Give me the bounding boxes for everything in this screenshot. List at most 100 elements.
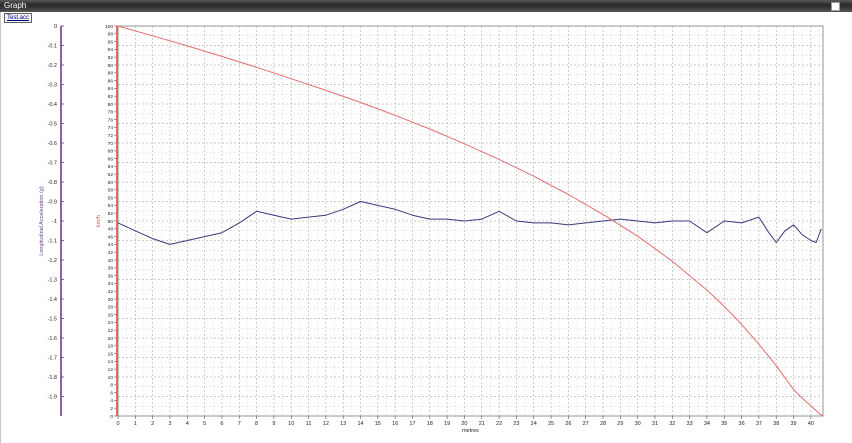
x-axis-tick-label: 36 [739,421,745,427]
left-axis-label: Longitudinal Acceleration (g) [39,186,45,256]
x-axis-tick-label: 16 [392,421,398,427]
left-axis-tick-label: -1.5 [48,317,57,323]
left-axis-tick-label: -0.6 [48,141,57,147]
left-axis-tick-label: -1.4 [48,297,57,303]
x-axis-tick-label: 13 [340,421,346,427]
left-axis-tick-label: -1.6 [48,336,57,342]
speed-axis-tick-label: 96 [108,39,114,45]
speed-axis-tick-label: 64 [108,164,114,170]
speed-axis-tick-label: 2 [110,406,113,412]
speed-axis-tick-label: 6 [110,390,113,396]
speed-axis-tick-label: 88 [108,71,114,77]
speed-axis-tick-label: 100 [105,24,113,30]
speed-axis-tick-label: 42 [108,250,114,256]
speed-axis-tick-label: 76 [108,117,114,123]
x-axis-tick-label: 28 [600,421,606,427]
x-axis-tick-label: 20 [461,421,467,427]
speed-axis-tick-label: 70 [108,141,114,147]
speed-axis-tick-label: 0 [110,414,113,420]
left-axis-tick-label: -0.9 [48,200,57,206]
speed-axis-tick-label: 92 [108,55,114,61]
speed-axis-tick-label: 60 [108,180,114,186]
speed-axis-tick-label: 84 [108,86,114,92]
x-axis-tick-label: 17 [409,421,415,427]
x-axis-tick-label: 30 [635,421,641,427]
x-axis-tick-label: 19 [444,421,450,427]
x-axis-tick-label: 23 [513,421,519,427]
x-axis-tick-label: 34 [704,421,710,427]
speed-axis-tick-label: 8 [110,383,113,389]
speed-axis-tick-label: 24 [108,320,114,326]
speed-axis-tick-label: 66 [108,156,114,162]
x-axis-tick-label: 15 [375,421,381,427]
x-axis-label: metres [462,428,479,434]
speed-axis-tick-label: 26 [108,312,114,318]
left-axis-tick-label: -0.4 [48,102,57,108]
x-axis-tick-label: 6 [220,421,223,427]
x-axis-tick-label: 25 [548,421,554,427]
x-axis-tick-label: 5 [203,421,206,427]
speed-axis-tick-label: 52 [108,211,114,217]
speed-axis-tick-label: 56 [108,195,114,201]
x-axis-tick-label: 4 [186,421,189,427]
speed-axis-tick-label: 46 [108,234,114,240]
speed-axis-tick-label: 82 [108,94,114,100]
x-axis-tick-label: 38 [773,421,779,427]
x-axis-tick-label: 14 [357,421,363,427]
left-axis-tick-label: -0.5 [48,122,57,128]
x-axis-tick-label: 9 [272,421,275,427]
x-axis-tick-label: 12 [323,421,329,427]
chart: 0 -0.1 -0.2 -0.3 -0.4 -0.5 -0.6 -0.7 -0.8 -0.9 -1 -… [39,24,824,434]
speed-axis-tick-label: 48 [108,227,114,233]
speed-axis-tick-label: 14 [108,359,114,365]
left-axis-tick-label: -0.8 [48,180,57,186]
speed-axis-tick-label: 62 [108,172,114,178]
left-axis-tick-label: 0 [54,24,57,30]
x-axis-tick-label: 32 [669,421,675,427]
left-axis-tick-label: -1 [52,219,57,225]
x-axis-tick-label: 11 [306,421,312,427]
speed-axis-tick-label: 80 [108,102,114,108]
speed-axis-tick-label: 86 [108,78,114,84]
speed-axis-tick-label: 10 [108,375,114,381]
left-axis-tick-label: -0.1 [48,44,57,50]
speed-axis-tick-label: 20 [108,336,114,342]
x-axis-tick-label: 3 [168,421,171,427]
speed-axis-tick-label: 36 [108,273,114,279]
speed-axis-tick-label: 78 [108,110,114,116]
speed-axis-tick-label: 12 [108,367,114,373]
left-axis-tick-label: -1.1 [48,239,57,245]
x-axis-tick-label: 0 [116,421,119,427]
x-axis-tick-label: 26 [565,421,571,427]
left-axis-tick-label: -1.2 [48,258,57,264]
left-axis-tick-label: -0.3 [48,83,57,89]
speed-axis-tick-label: 72 [108,133,114,139]
left-axis-tick-label: -1.3 [48,278,57,284]
speed-axis-tick-label: 32 [108,289,114,295]
x-axis-tick-label: 2 [151,421,154,427]
x-axis-tick-label: 40 [808,421,814,427]
x-axis-tick-label: 35 [721,421,727,427]
speed-axis-tick-label: 74 [108,125,114,131]
speed-axis-tick-label: 16 [108,351,114,357]
x-axis-tick-label: 22 [496,421,502,427]
x-axis-tick-label: 24 [531,421,537,427]
speed-axis-tick-label: 38 [108,266,114,272]
speed-axis-tick-label: 68 [108,149,114,155]
x-axis-tick-label: 18 [427,421,433,427]
speed-axis-tick-label: 94 [108,47,114,53]
x-axis-tick-label: 31 [652,421,658,427]
x-axis-tick-label: 8 [255,421,258,427]
speed-axis-tick-label: 30 [108,297,114,303]
x-axis-tick-label: 27 [583,421,589,427]
x-axis-tick-label: 21 [479,421,485,427]
speed-axis-tick-label: 18 [108,344,114,350]
speed-axis-tick-label: 50 [108,219,114,225]
speed-axis-tick-label: 58 [108,188,114,194]
left-axis-tick-label: -1.9 [48,395,57,401]
speed-axis-tick-label: 22 [108,328,114,334]
x-axis-tick-label: 37 [756,421,762,427]
x-axis-tick-label: 29 [617,421,623,427]
speed-axis-tick-label: 40 [108,258,114,264]
speed-axis-label: km/h [96,215,102,227]
